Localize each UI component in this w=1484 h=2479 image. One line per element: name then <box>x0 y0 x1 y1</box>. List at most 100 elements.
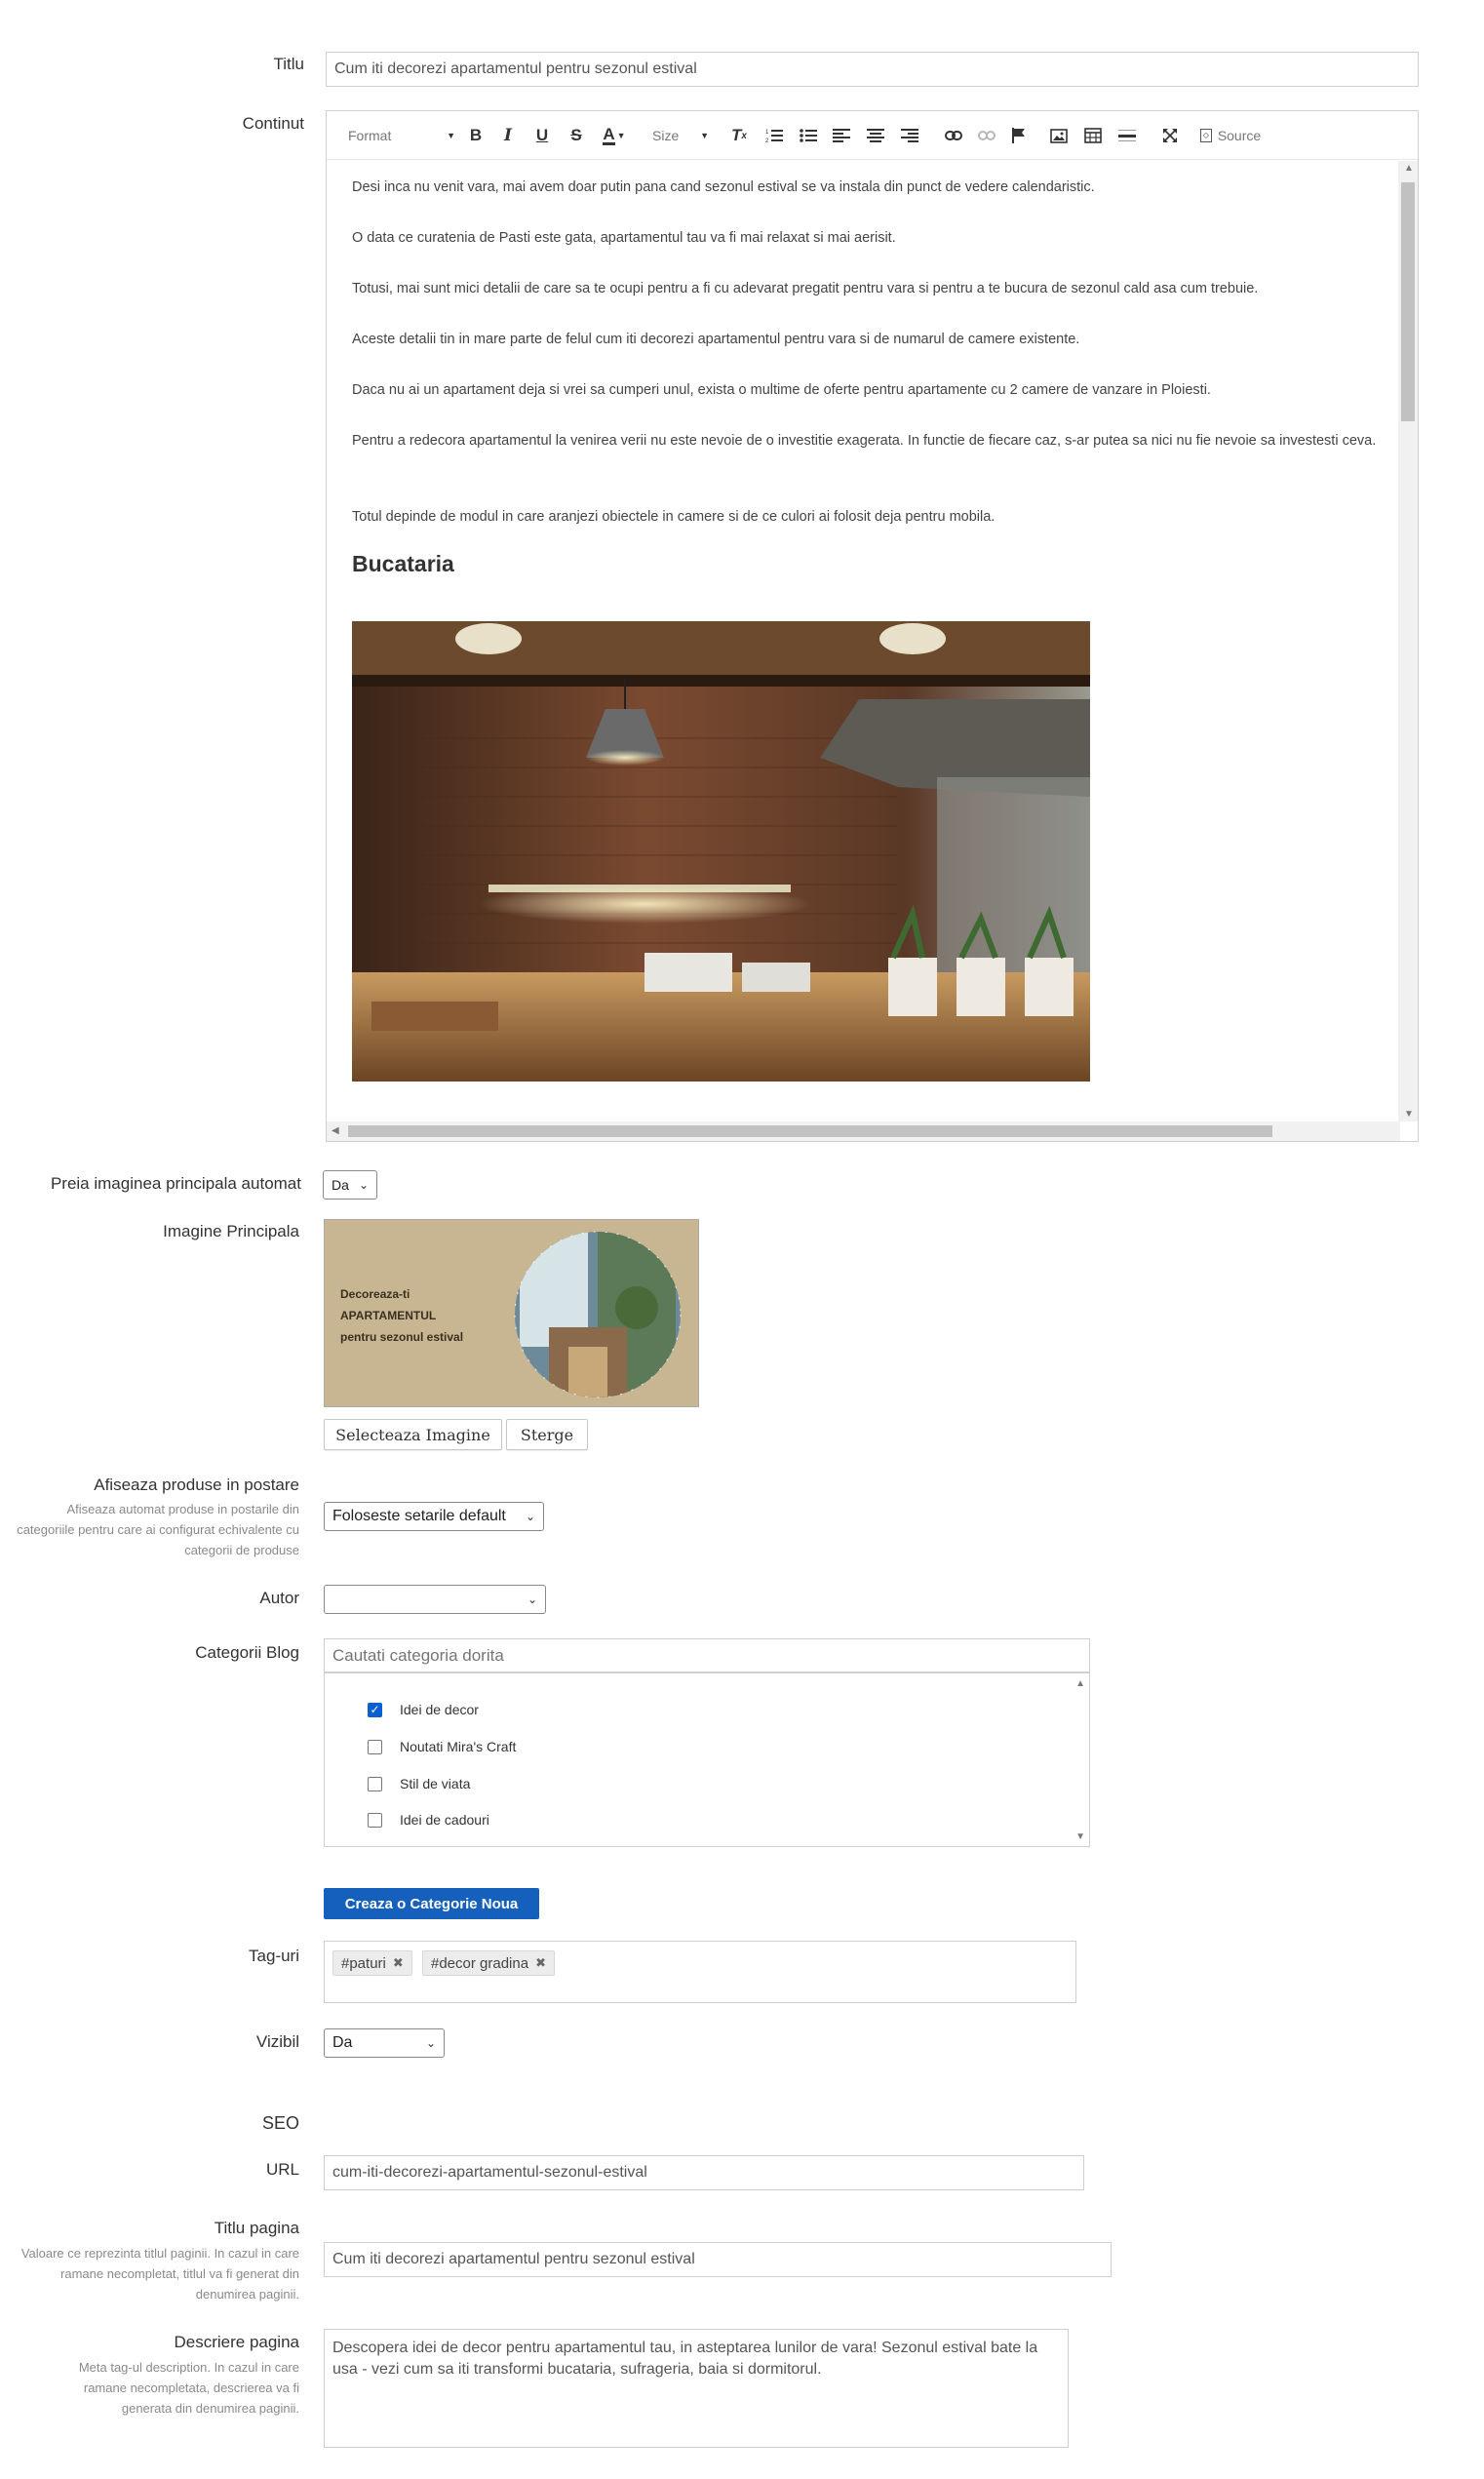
checkbox-icon[interactable] <box>368 1739 382 1754</box>
table-icon[interactable] <box>1080 123 1106 148</box>
chevron-down-icon: ⌄ <box>527 1593 537 1606</box>
bullet-list-icon[interactable] <box>796 123 821 148</box>
close-icon[interactable]: ✖ <box>393 1955 404 1971</box>
underline-icon[interactable]: U <box>529 123 555 148</box>
tag-chip[interactable]: #decor gradina ✖ <box>422 1950 555 1976</box>
chevron-down-icon: ▼ <box>700 131 709 140</box>
rich-text-editor[interactable]: Format ▼ B I U S A ▼ Size ▼ Tx 12 ◇ Sour… <box>326 110 1419 1142</box>
size-label: Size <box>652 128 680 143</box>
visible-value: Da <box>332 2034 353 2051</box>
scrollbar-thumb[interactable] <box>348 1125 1272 1137</box>
strikethrough-icon[interactable]: S <box>564 123 589 148</box>
source-button[interactable]: ◇ Source <box>1194 123 1267 148</box>
horizontal-rule-icon[interactable] <box>1114 123 1140 148</box>
auto-image-label: Preia imaginea principala automat <box>50 1174 301 1193</box>
seo-heading: SEO <box>261 2113 299 2133</box>
show-products-label: Afiseaza produse in postare <box>94 1476 299 1494</box>
visible-select[interactable]: Da ⌄ <box>324 2028 445 2058</box>
author-select[interactable]: ⌄ <box>324 1585 546 1614</box>
scroll-left-icon[interactable]: ◀ <box>332 1125 339 1136</box>
main-image-preview: Decoreaza-ti APARTAMENTUL pentru sezonul… <box>324 1219 699 1407</box>
scroll-down-icon[interactable]: ▼ <box>1404 1109 1414 1120</box>
image-icon[interactable] <box>1046 123 1072 148</box>
format-label: Format <box>348 128 392 143</box>
url-label: URL <box>265 2160 299 2179</box>
tag-chip[interactable]: #paturi ✖ <box>332 1950 412 1976</box>
close-icon[interactable]: ✖ <box>535 1955 546 1971</box>
tags-label: Tag-uri <box>249 1947 299 1965</box>
clear-format-icon[interactable]: Tx <box>726 123 752 148</box>
checkbox-icon[interactable] <box>368 1812 382 1828</box>
page-title-hint: Valoare ce reprezinta titlul paginii. In… <box>20 2246 299 2302</box>
editor-paragraph: Pentru a redecora apartamentul la venire… <box>352 433 1377 449</box>
auto-image-value: Da <box>332 1177 349 1193</box>
align-right-icon[interactable] <box>897 123 922 148</box>
editor-horizontal-scrollbar[interactable]: ◀ <box>327 1121 1400 1141</box>
page-desc-textarea[interactable]: Descopera idei de decor pentru apartamen… <box>324 2329 1069 2448</box>
category-label: Noutati Mira's Craft <box>400 1739 517 1754</box>
category-label: Idei de cadouri <box>400 1812 489 1828</box>
category-item[interactable]: Stil de viata <box>368 1776 470 1791</box>
editor-heading: Bucataria <box>352 551 454 576</box>
maximize-icon[interactable] <box>1157 123 1183 148</box>
editor-paragraph: Totusi, mai sunt mici detalii de care sa… <box>352 281 1259 296</box>
text-color-icon[interactable]: A ▼ <box>598 123 631 148</box>
main-image-label: Imagine Principala <box>163 1222 299 1240</box>
author-label: Autor <box>259 1589 299 1607</box>
source-label: Source <box>1217 128 1262 143</box>
main-image-photo <box>514 1231 682 1398</box>
tags-input[interactable]: #paturi ✖ #decor gradina ✖ <box>324 1941 1076 2003</box>
anchor-flag-icon[interactable] <box>1006 123 1032 148</box>
category-label: Idei de decor <box>400 1702 479 1717</box>
unlink-icon[interactable] <box>974 123 999 148</box>
visible-label: Vizibil <box>255 2032 299 2051</box>
show-products-select[interactable]: Foloseste setarile default ⌄ <box>324 1502 544 1531</box>
chevron-down-icon: ▼ <box>447 131 455 140</box>
category-item[interactable]: Idei de cadouri <box>368 1812 489 1828</box>
scrollbar-thumb[interactable] <box>1401 182 1415 421</box>
chevron-down-icon: ⌄ <box>425 2036 436 2050</box>
scroll-up-icon[interactable]: ▲ <box>1404 163 1414 174</box>
category-item[interactable]: Noutati Mira's Craft <box>368 1739 516 1754</box>
auto-image-select[interactable]: Da ⌄ <box>323 1170 377 1200</box>
categories-search-input[interactable] <box>324 1638 1090 1673</box>
page-desc-label: Descriere pagina <box>174 2333 299 2351</box>
content-label: Continut <box>242 114 304 133</box>
editor-content[interactable]: Desi inca nu venit vara, mai avem doar p… <box>327 161 1400 1121</box>
source-icon: ◇ <box>1199 129 1212 142</box>
editor-vertical-scrollbar[interactable]: ▲ ▼ <box>1398 161 1418 1121</box>
editor-paragraph: Totul depinde de modul in care aranjezi … <box>352 509 996 525</box>
svg-text:1: 1 <box>765 130 769 136</box>
checkbox-checked-icon[interactable]: ✓ <box>368 1702 382 1717</box>
title-input[interactable]: Cum iti decorezi apartamentul pentru sez… <box>326 52 1419 87</box>
category-label: Stil de viata <box>400 1776 471 1791</box>
size-dropdown[interactable]: Size ▼ <box>652 123 709 148</box>
page-title-input[interactable]: Cum iti decorezi apartamentul pentru sez… <box>324 2242 1112 2277</box>
url-input[interactable]: cum-iti-decorezi-apartamentul-sezonul-es… <box>324 2155 1084 2190</box>
categories-list: ✓ Idei de decor Noutati Mira's Craft Sti… <box>324 1672 1090 1847</box>
tag-label: #paturi <box>341 1954 386 1972</box>
new-category-button[interactable]: Creaza o Categorie Noua <box>324 1888 539 1919</box>
show-products-value: Foloseste setarile default <box>332 1508 506 1524</box>
scroll-down-icon[interactable]: ▼ <box>1075 1831 1085 1842</box>
format-dropdown[interactable]: Format ▼ <box>348 123 455 148</box>
category-item[interactable]: ✓ Idei de decor <box>368 1702 479 1717</box>
editor-toolbar: Format ▼ B I U S A ▼ Size ▼ Tx 12 ◇ Sour… <box>327 111 1418 160</box>
editor-paragraph: O data ce curatenia de Pasti este gata, … <box>352 230 896 246</box>
scroll-up-icon[interactable]: ▲ <box>1075 1678 1085 1689</box>
delete-image-button[interactable]: Sterge <box>506 1419 588 1450</box>
select-image-button[interactable]: Selecteaza Imagine <box>324 1419 502 1450</box>
kitchen-image <box>352 621 1090 1082</box>
align-left-icon[interactable] <box>829 123 854 148</box>
svg-text:2: 2 <box>765 138 769 143</box>
numbered-list-icon[interactable]: 12 <box>762 123 787 148</box>
align-center-icon[interactable] <box>863 123 888 148</box>
chevron-down-icon: ⌄ <box>358 1178 369 1192</box>
checkbox-icon[interactable] <box>368 1776 382 1791</box>
italic-icon[interactable]: I <box>495 123 521 148</box>
show-products-hint: Afiseaza automat produse in postarile di… <box>17 1502 299 1557</box>
bold-icon[interactable]: B <box>463 123 488 148</box>
editor-paragraph: Desi inca nu venit vara, mai avem doar p… <box>352 179 1095 195</box>
categories-label: Categorii Blog <box>195 1643 299 1662</box>
link-icon[interactable] <box>941 123 966 148</box>
